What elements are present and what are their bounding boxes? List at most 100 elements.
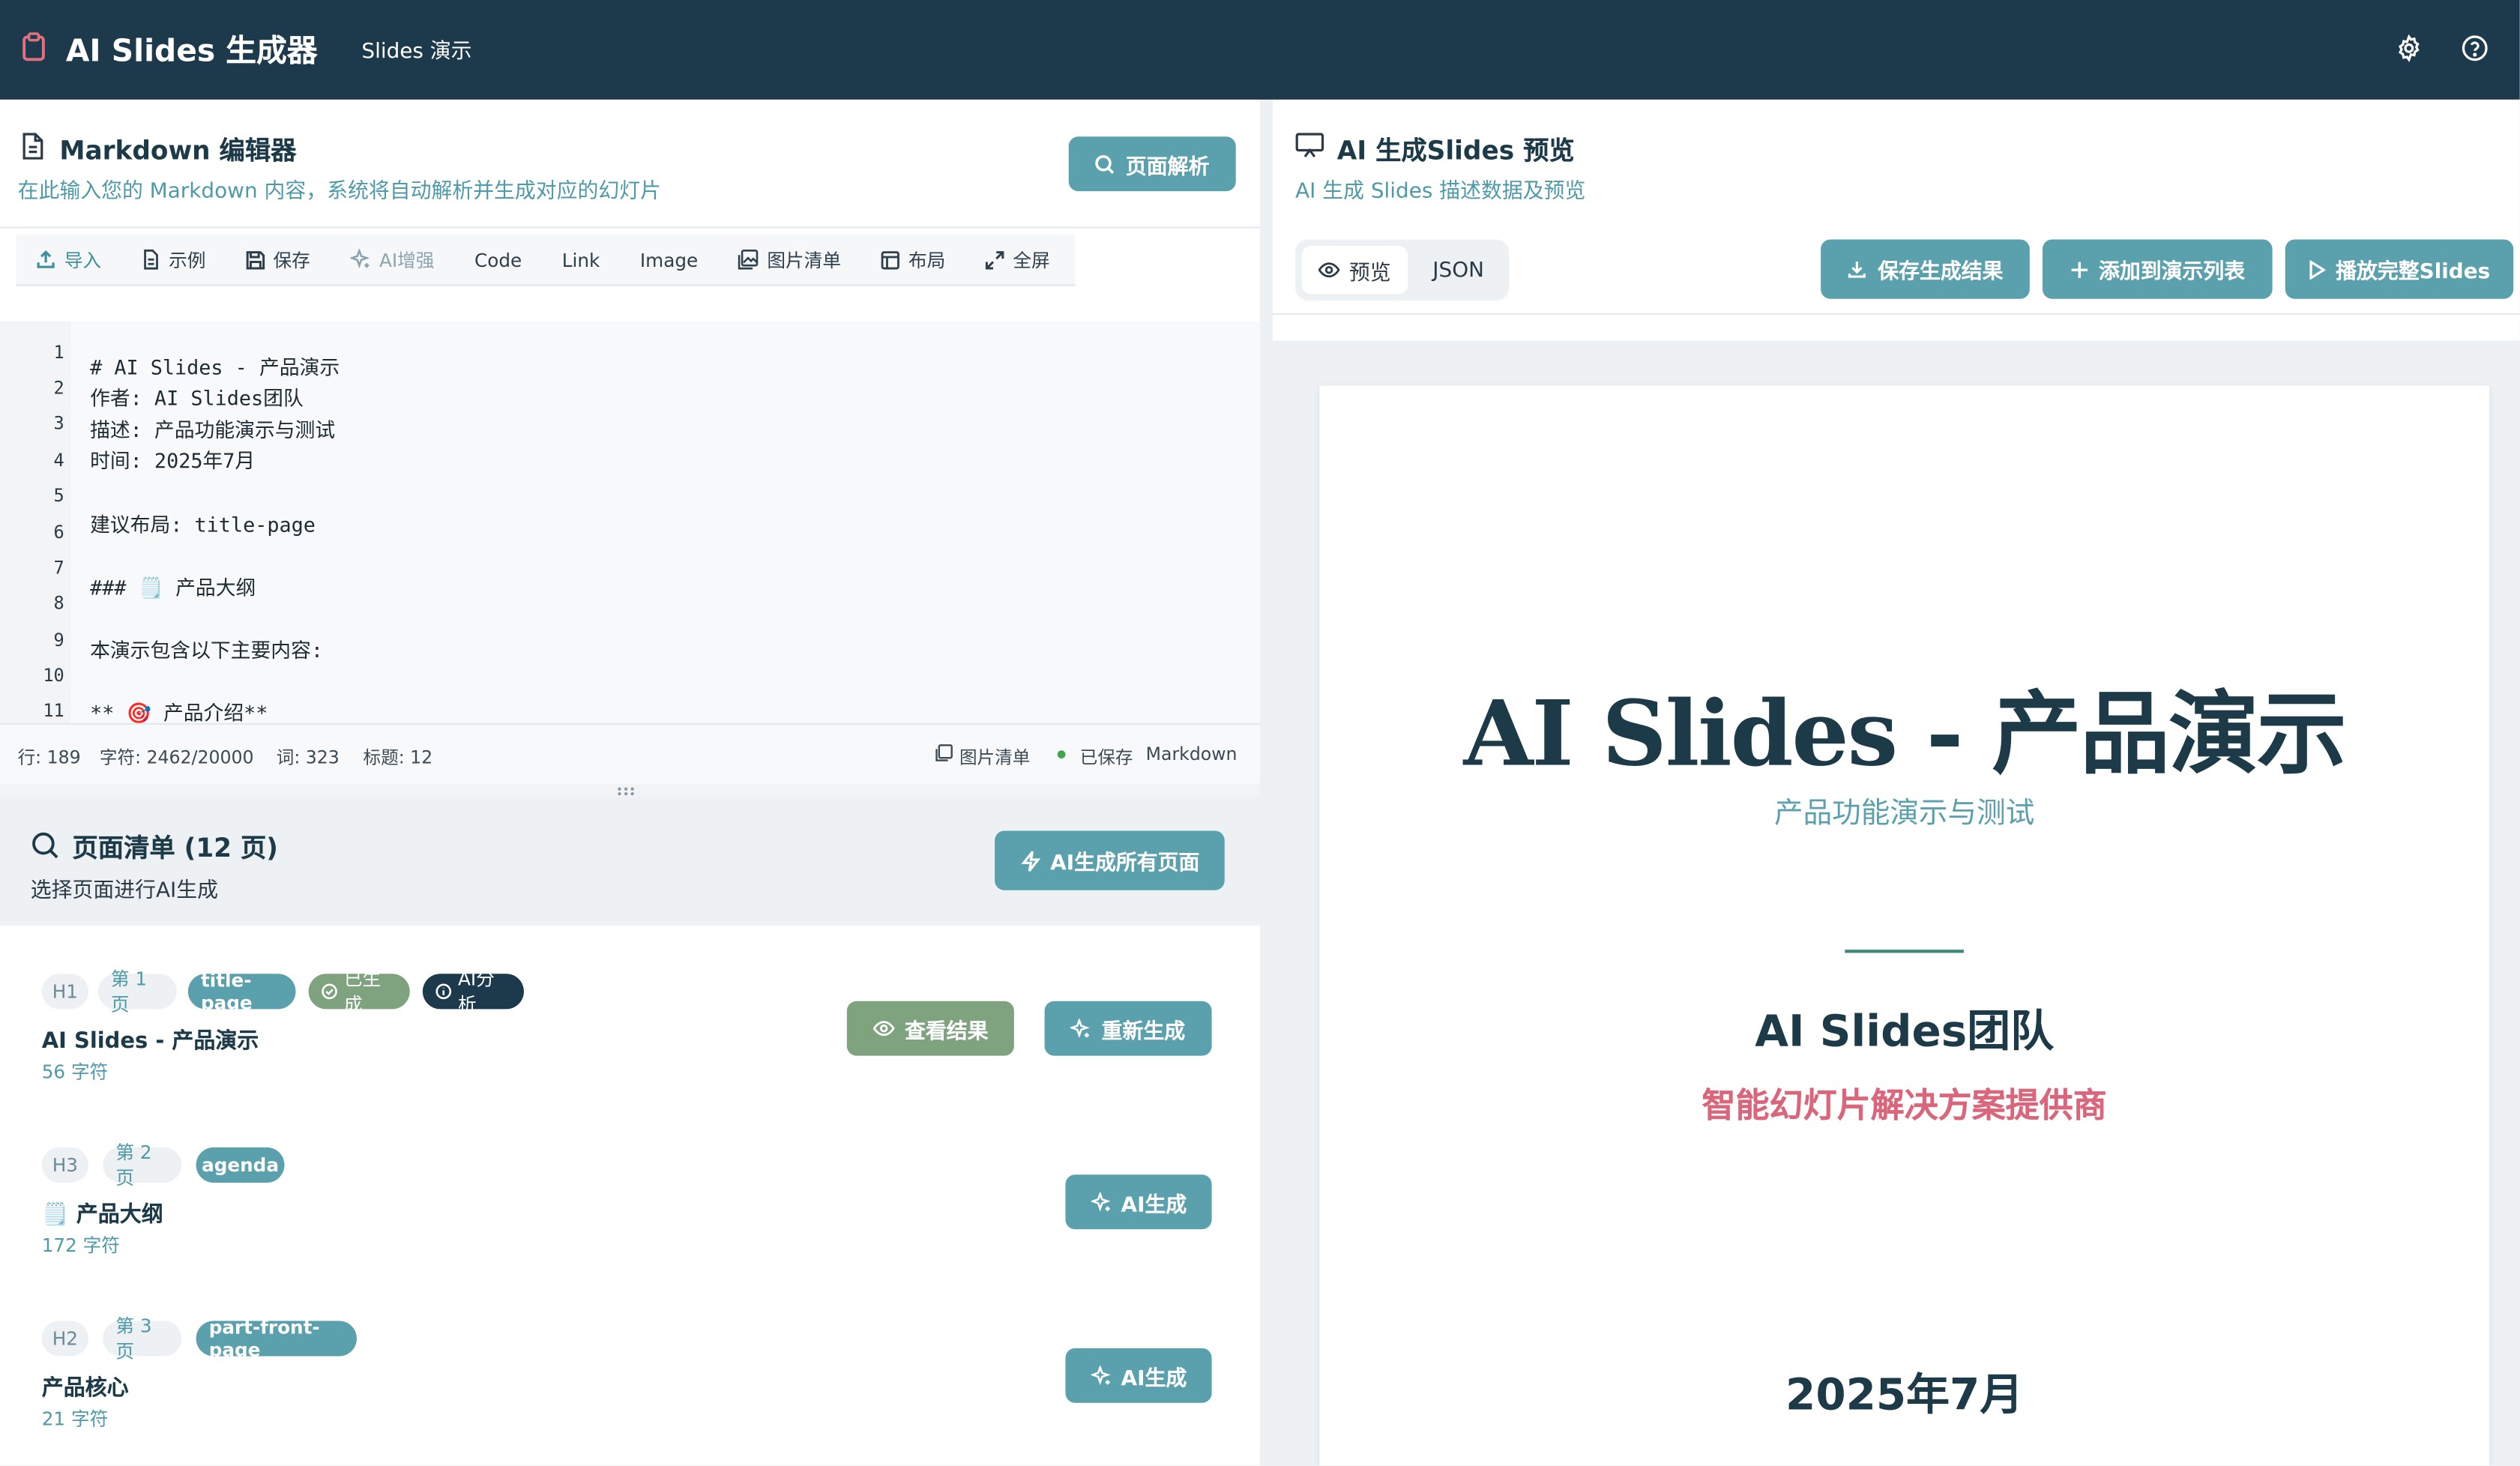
tab-json-label: JSON (1432, 258, 1485, 283)
nav-slides-link[interactable]: Slides 演示 (361, 34, 471, 64)
image-button[interactable]: Image (621, 234, 719, 286)
view-result-button[interactable]: 查看结果 (846, 1001, 1014, 1056)
add-to-list-button[interactable]: 添加到演示列表 (2043, 239, 2273, 299)
ai-generate-label: AI生成 (1121, 1366, 1187, 1391)
editor-status-bar: 行: 189 字符: 2462/20000 词: 323 标题: 12 图片清单… (0, 723, 1260, 785)
item-char-count: 172 字符 (41, 1234, 120, 1257)
document-icon (19, 132, 46, 161)
code-line: 本演示包含以下主要内容: (90, 638, 324, 663)
view-result-label: 查看结果 (905, 1019, 989, 1044)
preview-header: AI 生成Slides 预览 AI 生成 Slides 描述数据及预览 预览 J… (1273, 99, 2520, 341)
import-label: 导入 (64, 248, 102, 271)
slide-subtitle: 产品功能演示与测试 (1773, 797, 2035, 831)
line-number: 11 (43, 700, 64, 722)
layout-badge: agenda (196, 1147, 285, 1183)
link-label: Link (561, 248, 600, 271)
status-image-list-link[interactable]: 图片清单 (959, 744, 1030, 770)
expand-icon (986, 250, 1005, 269)
presentation-icon (1295, 132, 1324, 159)
search-icon (1095, 154, 1116, 175)
image-label: Image (639, 248, 699, 271)
info-circle-icon (435, 983, 452, 1000)
layout-badge: title-page (187, 969, 296, 1014)
item-title: 🗒️ 产品大纲 (41, 1201, 163, 1228)
line-number: 7 (53, 557, 64, 579)
top-bar: AI Slides 生成器 Slides 演示 (0, 0, 2520, 100)
ai-generate-button[interactable]: AI生成 (1065, 1348, 1212, 1403)
slide-preview-canvas: AI Slides - 产品演示 产品功能演示与测试 AI Slides团队 智… (1319, 385, 2490, 1466)
parse-pages-button[interactable]: 页面解析 (1068, 136, 1236, 192)
layout-badge: part-front-page (196, 1316, 357, 1361)
layout-icon (881, 250, 901, 269)
link-button[interactable]: Link (543, 234, 621, 286)
preview-subtitle: AI 生成 Slides 描述数据及预览 (1295, 180, 1586, 205)
editor-header: Markdown 编辑器 在此输入您的 Markdown 内容，系统将自动解析并… (0, 99, 1260, 229)
line-number: 8 (53, 593, 64, 615)
page-list-header: 页面清单 (12 页) 选择页面进行AI生成 AI生成所有页面 (0, 797, 1260, 926)
ai-generate-button[interactable]: AI生成 (1065, 1174, 1212, 1230)
images-icon (738, 249, 759, 270)
code-line: 描述: 产品功能演示与测试 (90, 417, 336, 442)
save-icon (246, 250, 265, 269)
code-line: # AI Slides - 产品演示 (90, 355, 340, 379)
app-title: AI Slides 生成器 (65, 34, 318, 70)
tab-json[interactable]: JSON (1414, 246, 1503, 294)
clipboard-logo-icon (21, 32, 46, 61)
regenerate-button[interactable]: 重新生成 (1044, 1001, 1212, 1056)
fullscreen-button[interactable]: 全屏 (966, 234, 1070, 286)
markdown-code-editor[interactable]: 1 2 3 4 5 6 7 8 9 10 11 # AI Slides - 产品… (0, 321, 1260, 723)
sparkle-icon (1090, 1191, 1112, 1213)
left-panel: Markdown 编辑器 在此输入您的 Markdown 内容，系统将自动解析并… (0, 99, 1260, 1466)
item-char-count: 21 字符 (41, 1408, 109, 1431)
status-badge: 已生成 (308, 968, 410, 1016)
vertical-resize-handle[interactable] (1259, 99, 1273, 1466)
page-badge: 第 2 页 (103, 1141, 182, 1189)
save-result-button[interactable]: 保存生成结果 (1821, 239, 2030, 299)
panel-resize-handle[interactable] (0, 784, 1260, 797)
play-icon (2309, 259, 2327, 279)
images-icon (935, 744, 953, 762)
search-icon (31, 830, 60, 860)
slide-divider-line (1845, 950, 1964, 953)
slide-date: 2025年7月 (1785, 1370, 2024, 1421)
list-item[interactable]: H2 第 3 页 part-front-page 产品核心 21 字符 AI生成 (0, 1273, 1260, 1447)
example-button[interactable]: 示例 (122, 234, 226, 286)
slide-author: AI Slides团队 (1755, 1007, 2055, 1058)
page-badge: 第 1 页 (97, 968, 177, 1016)
code-button[interactable]: Code (455, 234, 543, 286)
ai-enhance-label: AI增强 (379, 248, 435, 271)
code-line: ** 🎯 产品介绍** (90, 700, 268, 723)
settings-gear-icon[interactable] (2393, 32, 2425, 64)
code-line: 建议布局: title-page (90, 512, 316, 537)
right-panel: AI 生成Slides 预览 AI 生成 Slides 描述数据及预览 预览 J… (1273, 99, 2520, 1466)
generate-all-pages-button[interactable]: AI生成所有页面 (995, 830, 1225, 890)
list-item[interactable]: H3 第 2 页 agenda 🗒️ 产品大纲 172 字符 AI生成 (0, 1099, 1260, 1273)
image-list-label: 图片清单 (767, 248, 841, 271)
add-to-list-label: 添加到演示列表 (2099, 260, 2246, 285)
page-badge: 第 3 页 (103, 1315, 182, 1363)
ai-generate-label: AI生成 (1121, 1192, 1187, 1218)
tab-preview[interactable]: 预览 (1301, 246, 1408, 295)
status-format: Markdown (1145, 743, 1238, 765)
slide-title: AI Slides - 产品演示 (1463, 681, 2347, 788)
code-line: 时间: 2025年7月 (90, 448, 256, 473)
editor-toolbar: 导入 示例 保存 AI增强 Code Link Image 图片清单 布局 全屏 (16, 234, 1076, 286)
save-result-label: 保存生成结果 (1878, 260, 2004, 285)
image-list-button[interactable]: 图片清单 (719, 234, 862, 286)
upload-icon (35, 249, 56, 270)
eye-icon (1318, 262, 1341, 278)
layout-button[interactable]: 布局 (862, 234, 966, 286)
play-slides-button[interactable]: 播放完整Slides (2285, 239, 2514, 299)
line-number: 9 (53, 630, 64, 651)
list-item[interactable]: H1 第 1 页 title-page 已生成 AI分析 AI Slides -… (0, 925, 1260, 1100)
line-number: 4 (53, 450, 64, 471)
save-button[interactable]: 保存 (226, 234, 331, 286)
import-button[interactable]: 导入 (16, 234, 122, 286)
preview-tabs: 预览 JSON (1295, 239, 1510, 301)
preview-divider (1273, 313, 2520, 316)
sparkle-icon (350, 249, 371, 270)
slide-tagline: 智能幻灯片解决方案提供商 (1701, 1086, 2107, 1125)
ai-enhance-button[interactable]: AI增强 (331, 234, 456, 286)
layout-label: 布局 (908, 248, 946, 271)
help-icon[interactable] (2459, 32, 2491, 64)
